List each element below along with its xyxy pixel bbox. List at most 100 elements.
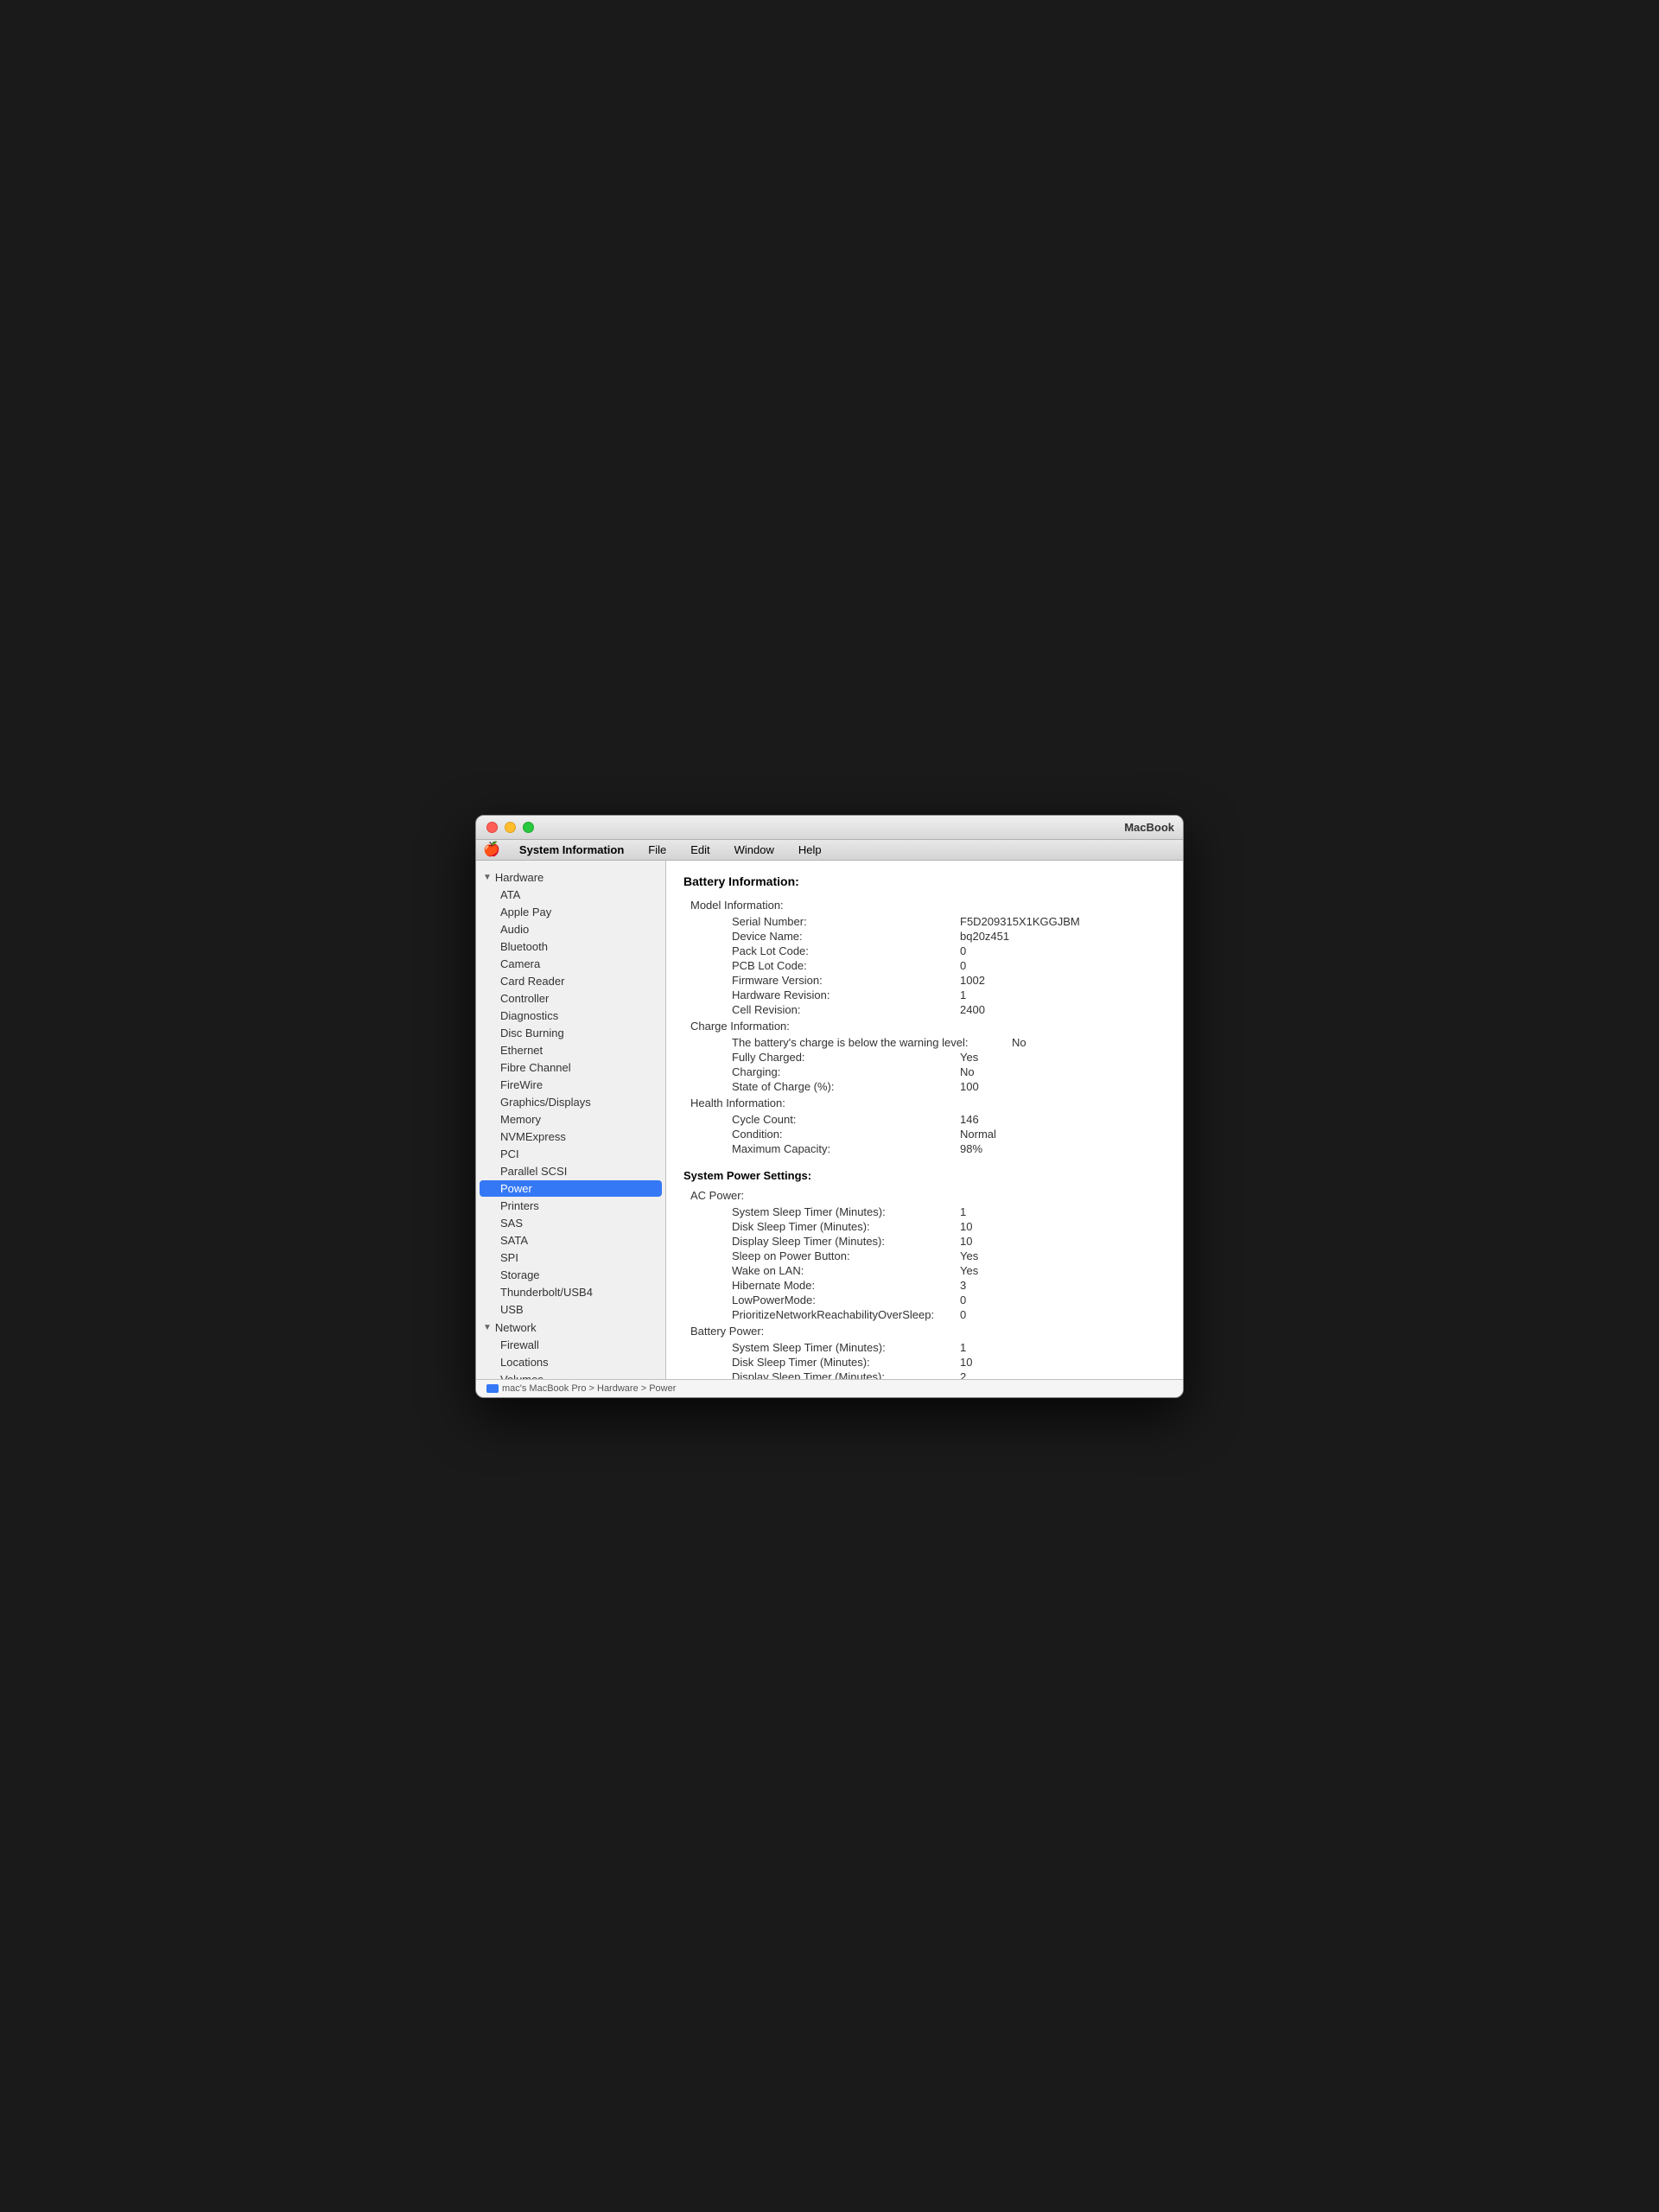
sidebar-item-card-reader[interactable]: Card Reader: [480, 973, 662, 989]
minimize-button[interactable]: [505, 822, 516, 833]
health-info-group: Health Information: Cycle Count: 146 Con…: [690, 1096, 1166, 1155]
state-of-charge-row: State of Charge (%): 100: [690, 1080, 1166, 1093]
pack-lot-label: Pack Lot Code:: [718, 944, 960, 957]
hardware-revision-label: Hardware Revision:: [718, 988, 960, 1001]
max-capacity-value: 98%: [960, 1142, 982, 1155]
sidebar-item-nvmexpress[interactable]: NVMExpress: [480, 1128, 662, 1145]
sidebar-item-spi[interactable]: SPI: [480, 1249, 662, 1266]
menu-window[interactable]: Window: [729, 842, 779, 858]
hardware-revision-row: Hardware Revision: 1: [690, 988, 1166, 1001]
sidebar-item-bluetooth[interactable]: Bluetooth: [480, 938, 662, 955]
firmware-value: 1002: [960, 974, 985, 987]
sidebar-item-memory[interactable]: Memory: [480, 1111, 662, 1128]
sidebar-item-audio[interactable]: Audio: [480, 921, 662, 938]
bat-system-sleep-label: System Sleep Timer (Minutes):: [718, 1341, 960, 1354]
state-of-charge-value: 100: [960, 1080, 979, 1093]
sidebar-item-thunderbolt[interactable]: Thunderbolt/USB4: [480, 1284, 662, 1300]
fully-charged-row: Fully Charged: Yes: [690, 1051, 1166, 1064]
serial-number-value: F5D209315X1KGGJBM: [960, 915, 1080, 928]
ac-hibernate-value: 3: [960, 1279, 966, 1292]
sidebar-item-ethernet[interactable]: Ethernet: [480, 1042, 662, 1058]
traffic-lights: [486, 822, 534, 833]
menu-app-name[interactable]: System Information: [514, 842, 629, 858]
sidebar-item-controller[interactable]: Controller: [480, 990, 662, 1007]
network-label: Network: [495, 1321, 537, 1334]
ac-sleep-power-button-row: Sleep on Power Button: Yes: [690, 1249, 1166, 1262]
serial-number-label: Serial Number:: [718, 915, 960, 928]
device-name-row: Device Name: bq20z451: [690, 930, 1166, 943]
model-info-group: Model Information: Serial Number: F5D209…: [690, 899, 1166, 1016]
sidebar-item-graphics[interactable]: Graphics/Displays: [480, 1094, 662, 1110]
charging-value: No: [960, 1065, 975, 1078]
ac-hibernate-label: Hibernate Mode:: [718, 1279, 960, 1292]
sidebar-item-ata[interactable]: ATA: [480, 887, 662, 903]
fully-charged-value: Yes: [960, 1051, 978, 1064]
apple-menu[interactable]: 🍎: [483, 841, 500, 858]
hardware-section: ▼ Hardware ATA Apple Pay Audio Bluetooth…: [476, 869, 665, 1318]
bat-system-sleep-row: System Sleep Timer (Minutes): 1: [690, 1341, 1166, 1354]
battery-info-title: Battery Information:: [683, 874, 1166, 888]
charging-row: Charging: No: [690, 1065, 1166, 1078]
mac-window: MacBook 🍎 System Information File Edit W…: [475, 815, 1184, 1398]
sidebar-item-parallel-scsi[interactable]: Parallel SCSI: [480, 1163, 662, 1179]
bat-disk-sleep-row: Disk Sleep Timer (Minutes): 10: [690, 1356, 1166, 1369]
sidebar-item-sata[interactable]: SATA: [480, 1232, 662, 1249]
below-warning-row: The battery's charge is below the warnin…: [690, 1036, 1166, 1049]
charge-info-label: Charge Information:: [690, 1020, 1166, 1033]
sidebar-item-locations[interactable]: Locations: [480, 1354, 662, 1370]
sidebar-item-fibre-channel[interactable]: Fibre Channel: [480, 1059, 662, 1076]
below-warning-label: The battery's charge is below the warnin…: [718, 1036, 1012, 1049]
below-warning-value: No: [1012, 1036, 1027, 1049]
content-area: Battery Information: Model Information: …: [666, 861, 1183, 1379]
firmware-label: Firmware Version:: [718, 974, 960, 987]
maximize-button[interactable]: [523, 822, 534, 833]
cycle-count-value: 146: [960, 1113, 979, 1126]
sidebar-item-volumes[interactable]: Volumes: [480, 1371, 662, 1379]
bat-display-sleep-label: Display Sleep Timer (Minutes):: [718, 1370, 960, 1379]
condition-value: Normal: [960, 1128, 996, 1141]
breadcrumb-text: mac's MacBook Pro > Hardware > Power: [502, 1383, 676, 1394]
sidebar-item-diagnostics[interactable]: Diagnostics: [480, 1007, 662, 1024]
ac-lowpower-row: LowPowerMode: 0: [690, 1294, 1166, 1306]
cell-revision-value: 2400: [960, 1003, 985, 1016]
sidebar-item-disc-burning[interactable]: Disc Burning: [480, 1025, 662, 1041]
menu-edit[interactable]: Edit: [685, 842, 715, 858]
menu-help[interactable]: Help: [793, 842, 827, 858]
pcb-lot-label: PCB Lot Code:: [718, 959, 960, 972]
pcb-lot-value: 0: [960, 959, 966, 972]
battery-power-label: Battery Power:: [690, 1325, 1166, 1338]
sidebar-item-printers[interactable]: Printers: [480, 1198, 662, 1214]
sidebar-item-storage[interactable]: Storage: [480, 1267, 662, 1283]
cycle-count-label: Cycle Count:: [718, 1113, 960, 1126]
menu-file[interactable]: File: [643, 842, 671, 858]
network-group-header[interactable]: ▼ Network: [476, 1319, 665, 1336]
ac-wake-lan-value: Yes: [960, 1264, 978, 1277]
sidebar-item-camera[interactable]: Camera: [480, 956, 662, 972]
health-info-label: Health Information:: [690, 1096, 1166, 1109]
ac-power-label: AC Power:: [690, 1189, 1166, 1202]
ac-disk-sleep-label: Disk Sleep Timer (Minutes):: [718, 1220, 960, 1233]
hardware-revision-value: 1: [960, 988, 966, 1001]
ac-wake-lan-label: Wake on LAN:: [718, 1264, 960, 1277]
sidebar-item-usb[interactable]: USB: [480, 1301, 662, 1318]
sidebar-item-pci[interactable]: PCI: [480, 1146, 662, 1162]
bat-display-sleep-row: Display Sleep Timer (Minutes): 2: [690, 1370, 1166, 1379]
sidebar-item-firewire[interactable]: FireWire: [480, 1077, 662, 1093]
window-title: MacBook: [1116, 816, 1183, 839]
pack-lot-row: Pack Lot Code: 0: [690, 944, 1166, 957]
charging-label: Charging:: [718, 1065, 960, 1078]
sidebar-item-firewall[interactable]: Firewall: [480, 1337, 662, 1353]
sidebar-item-power[interactable]: Power: [480, 1180, 662, 1197]
close-button[interactable]: [486, 822, 498, 833]
ac-display-sleep-row: Display Sleep Timer (Minutes): 10: [690, 1235, 1166, 1248]
ac-wake-lan-row: Wake on LAN: Yes: [690, 1264, 1166, 1277]
hardware-group-header[interactable]: ▼ Hardware: [476, 869, 665, 886]
ac-sleep-power-button-label: Sleep on Power Button:: [718, 1249, 960, 1262]
model-info-label: Model Information:: [690, 899, 1166, 912]
charge-info-group: Charge Information: The battery's charge…: [690, 1020, 1166, 1093]
sidebar-item-apple-pay[interactable]: Apple Pay: [480, 904, 662, 920]
ac-sleep-power-button-value: Yes: [960, 1249, 978, 1262]
state-of-charge-label: State of Charge (%):: [718, 1080, 960, 1093]
serial-number-row: Serial Number: F5D209315X1KGGJBM: [690, 915, 1166, 928]
sidebar-item-sas[interactable]: SAS: [480, 1215, 662, 1231]
